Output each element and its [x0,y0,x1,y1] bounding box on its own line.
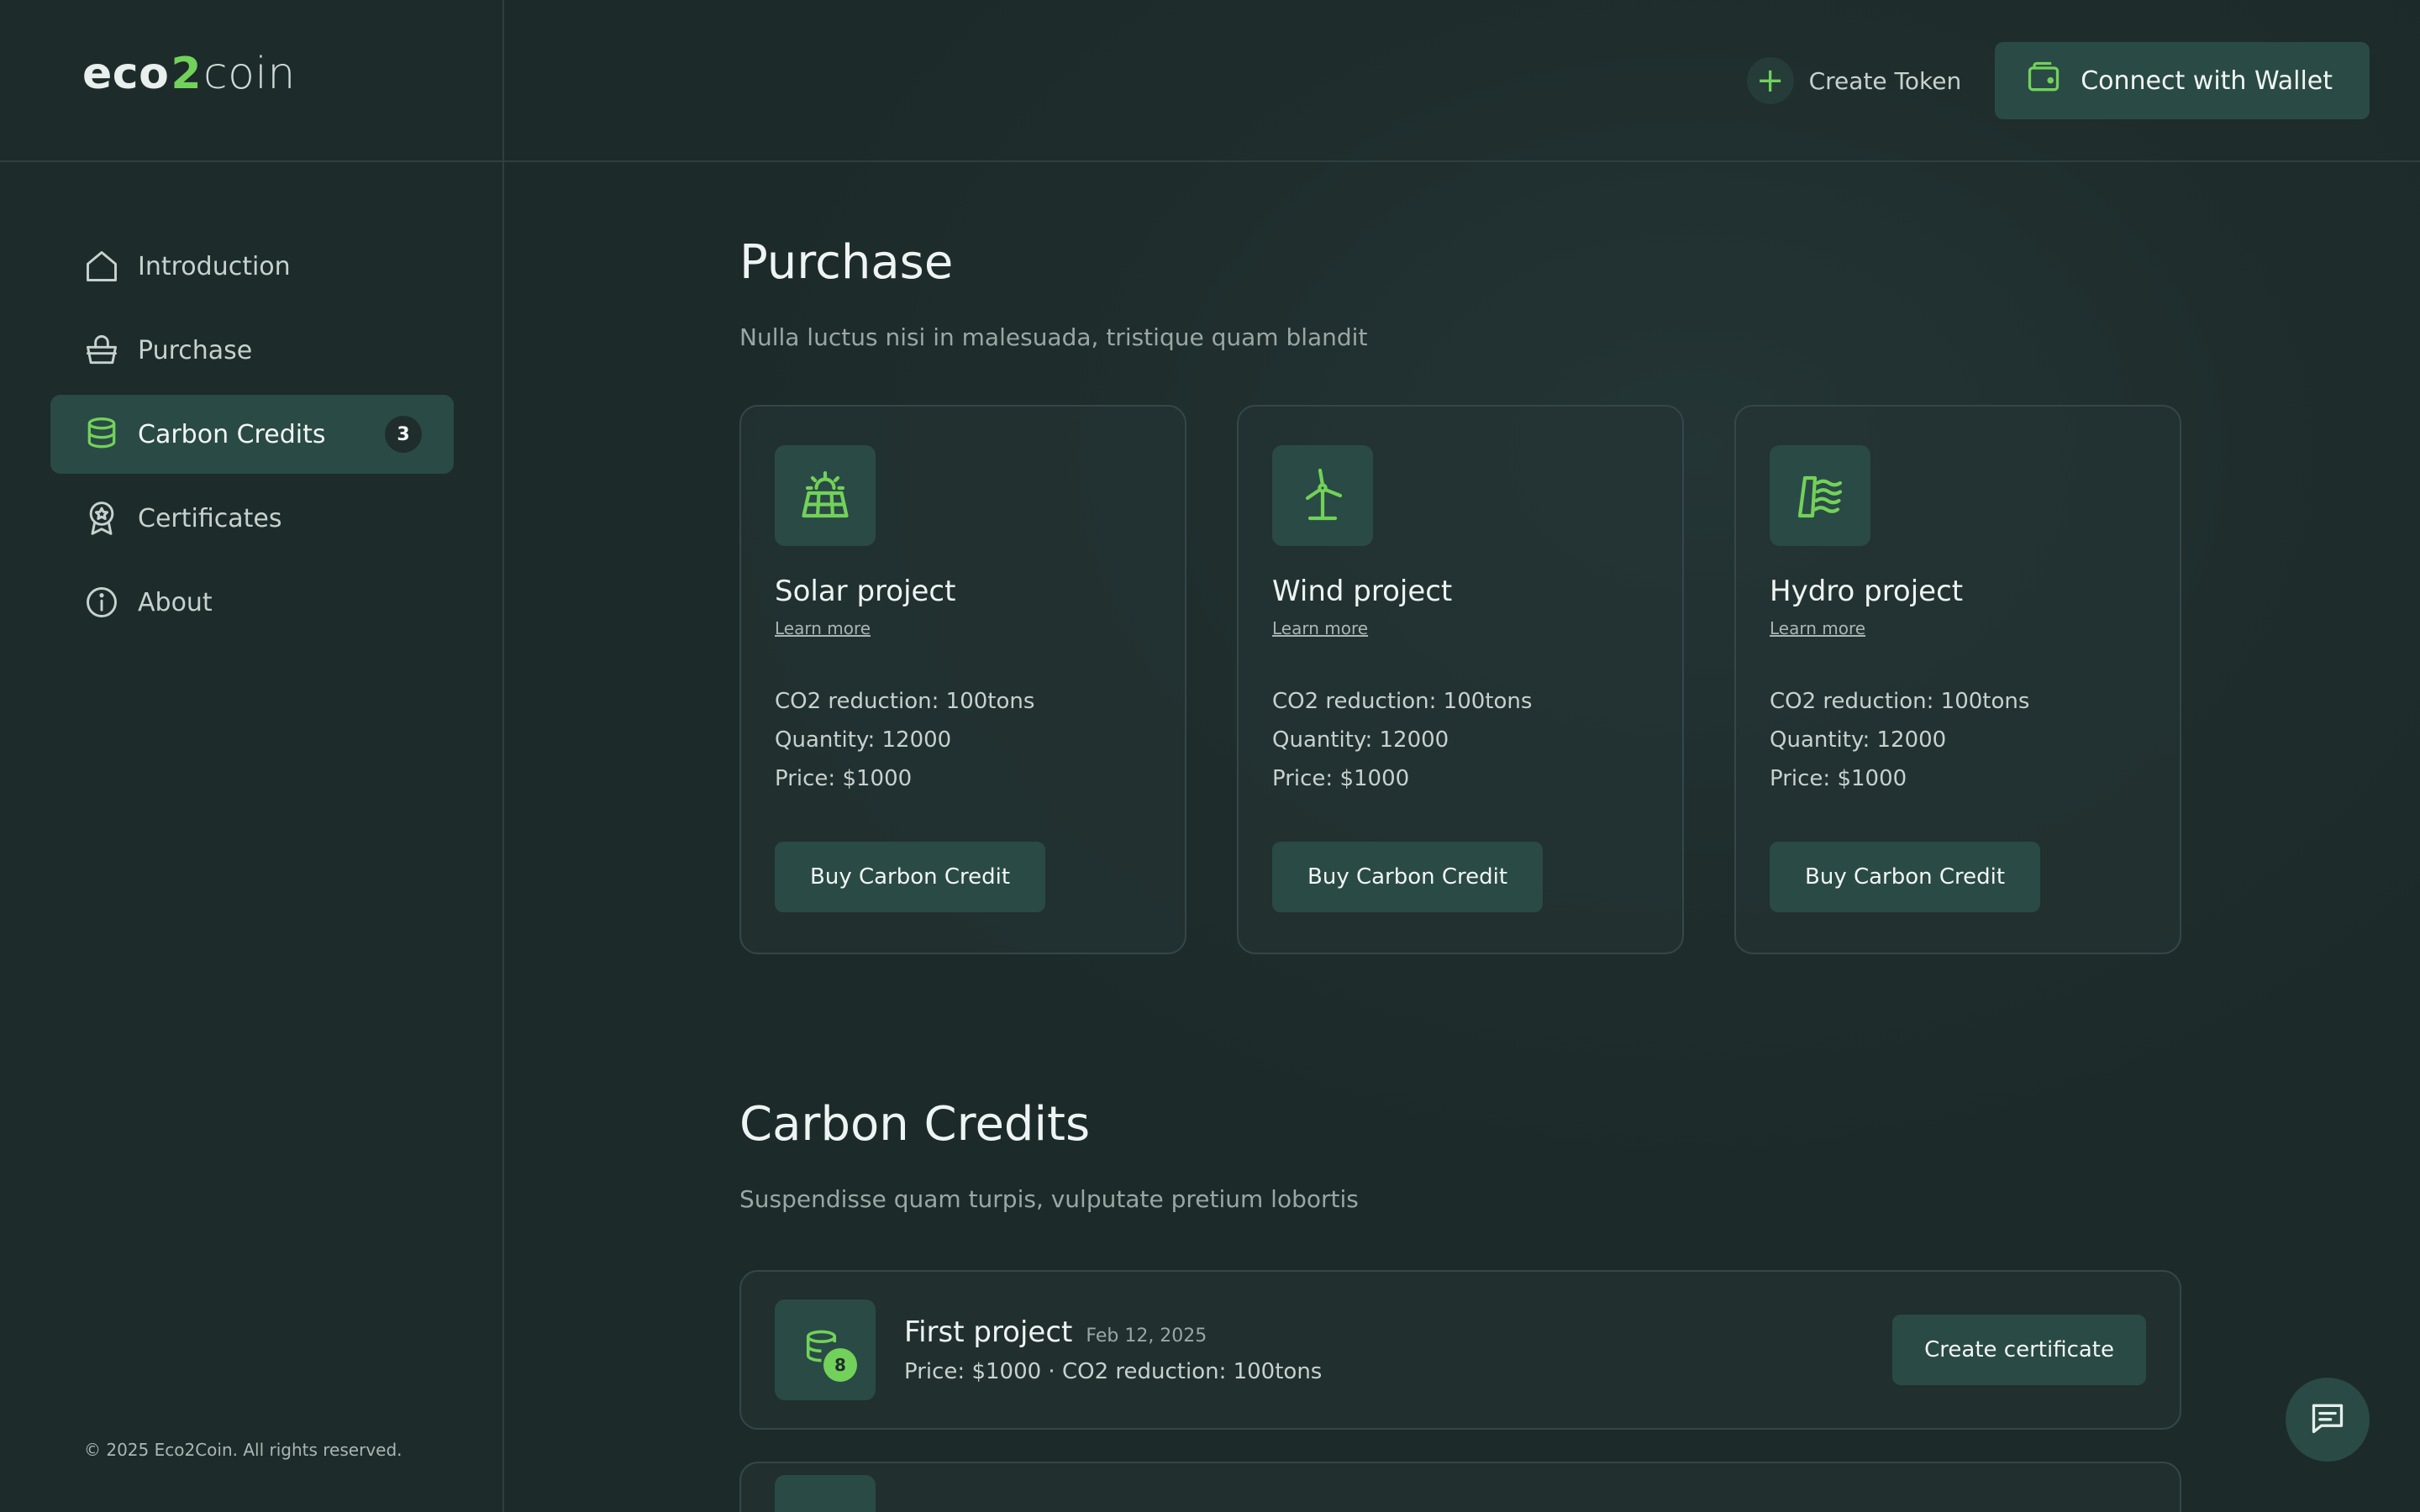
sidebar-item-label: Carbon Credits [138,419,326,449]
credit-count-badge: 8 [823,1348,857,1382]
project-details: CO2 reduction: 100tons Quantity: 12000 P… [775,682,1151,798]
sidebar-nav: Introduction Purchase Carbon Credits 3 C… [50,227,454,647]
project-details: CO2 reduction: 100tons Quantity: 12000 P… [1272,682,1649,798]
home-icon [82,247,121,286]
solar-panel-icon [775,445,876,546]
sidebar-item-carbon-credits[interactable]: Carbon Credits 3 [50,395,454,474]
carbon-credits-section: Carbon Credits Suspendisse quam turpis, … [739,1097,2181,1512]
sidebar: eco 2 coin Introduction Purchase Carbon … [0,0,504,1512]
co2-reduction: CO2 reduction: 100tons [1770,689,2030,714]
credit-title: First project [904,1315,1073,1349]
carbon-credits-subtitle: Suspendisse quam turpis, vulputate preti… [739,1185,1359,1213]
wind-turbine-icon [1272,445,1373,546]
purchase-subtitle: Nulla luctus nisi in malesuada, tristiqu… [739,323,1368,351]
sidebar-item-certificates[interactable]: Certificates [50,479,454,558]
header-actions: + Create Token Connect with Wallet [1746,42,2370,119]
credit-title-row: First project Feb 12, 2025 [904,1315,1322,1349]
brand-text-two: 2 [171,49,203,99]
quantity: Quantity: 12000 [1272,727,1449,753]
header-divider [0,160,2420,162]
price: Price: $1000 [1272,766,1410,791]
buy-carbon-credit-button[interactable]: Buy Carbon Credit [1770,842,2041,912]
award-icon [82,499,121,538]
price: Price: $1000 [1770,766,1907,791]
buy-carbon-credit-button[interactable]: Buy Carbon Credit [1272,842,1544,912]
project-title: Wind project [1272,575,1453,608]
chat-icon [2309,1399,2346,1440]
price: Price: $1000 [775,766,913,791]
create-certificate-button[interactable]: Create certificate [1892,1315,2146,1385]
project-title: Solar project [775,575,956,608]
connect-wallet-button[interactable]: Connect with Wallet [1995,42,2370,119]
credit-meta: Price: $1000 · CO2 reduction: 100tons [904,1359,1323,1384]
basket-icon [82,331,121,370]
sidebar-item-introduction[interactable]: Introduction [50,227,454,306]
create-token-label: Create Token [1808,66,1962,95]
project-card-solar: Solar project Learn more CO2 reduction: … [739,405,1186,954]
database-icon [82,415,121,454]
learn-more-link[interactable]: Learn more [1770,618,2146,638]
co2-reduction: CO2 reduction: 100tons [775,689,1035,714]
sidebar-item-label: Purchase [138,335,253,365]
copyright-footer: © 2025 Eco2Coin. All rights reserved. [84,1440,402,1460]
credit-date: Feb 12, 2025 [1086,1326,1207,1347]
info-icon [82,583,121,622]
credit-list-item: 8 First project Feb 12, 2025 Price: $100… [739,1270,2181,1430]
app-root: eco 2 coin Introduction Purchase Carbon … [0,0,2420,1512]
sidebar-item-purchase[interactable]: Purchase [50,311,454,390]
project-details: CO2 reduction: 100tons Quantity: 12000 P… [1770,682,2146,798]
carbon-credits-title: Carbon Credits [739,1097,1091,1152]
main-content: Purchase Nulla luctus nisi in malesuada,… [739,235,2181,1512]
project-card-wind: Wind project Learn more CO2 reduction: 1… [1237,405,1684,954]
credit-info: First project Feb 12, 2025 Price: $1000 … [904,1315,1322,1384]
connect-wallet-label: Connect with Wallet [2081,66,2333,96]
project-title: Hydro project [1770,575,1964,608]
learn-more-link[interactable]: Learn more [1272,618,1649,638]
coins-icon: 8 [775,1299,876,1400]
sidebar-item-label: Introduction [138,251,291,281]
purchase-section: Purchase Nulla luctus nisi in malesuada,… [739,235,2181,954]
buy-carbon-credit-button[interactable]: Buy Carbon Credit [775,842,1046,912]
learn-more-link[interactable]: Learn more [775,618,1151,638]
chat-button[interactable] [2286,1378,2370,1462]
sidebar-item-label: Certificates [138,503,282,533]
carbon-credits-count-badge: 3 [385,416,422,453]
co2-reduction: CO2 reduction: 100tons [1272,689,1533,714]
brand-logo[interactable]: eco 2 coin [82,49,296,99]
sidebar-item-about[interactable]: About [50,563,454,642]
hydro-dam-icon [1770,445,1870,546]
quantity: Quantity: 12000 [775,727,952,753]
project-cards: Solar project Learn more CO2 reduction: … [739,405,2181,954]
create-token-button[interactable]: + Create Token [1746,57,1962,104]
sidebar-item-label: About [138,587,213,617]
credit-list-item-partial [739,1462,2181,1512]
purchase-title: Purchase [739,235,954,290]
project-card-hydro: Hydro project Learn more CO2 reduction: … [1734,405,2181,954]
wallet-icon [2025,59,2062,102]
quantity: Quantity: 12000 [1770,727,1947,753]
brand-text-eco: eco [82,49,170,99]
coins-icon [775,1475,876,1512]
plus-icon: + [1746,57,1794,104]
brand-text-coin: coin [203,49,296,99]
